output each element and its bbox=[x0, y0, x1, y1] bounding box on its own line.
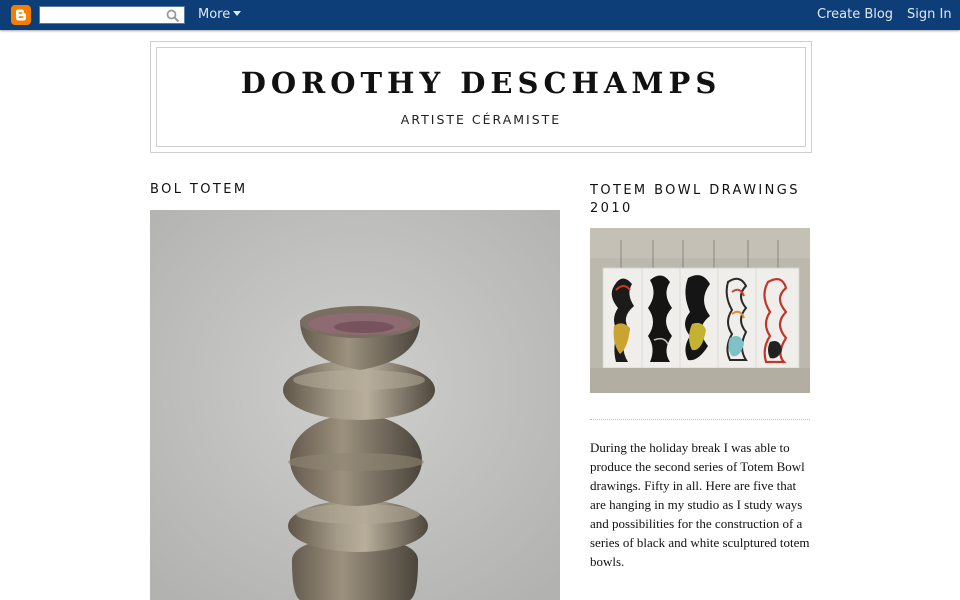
post-title[interactable]: BOL TOTEM bbox=[150, 182, 247, 197]
blog-header: DOROTHY DESCHAMPS ARTISTE CÉRAMISTE bbox=[150, 41, 812, 153]
sidebar-image[interactable] bbox=[590, 228, 810, 393]
blogger-logo-icon[interactable] bbox=[11, 5, 31, 25]
sidebar-text: During the holiday break I was able to p… bbox=[590, 440, 810, 569]
chevron-down-icon bbox=[233, 11, 242, 16]
more-menu[interactable]: More bbox=[198, 6, 242, 24]
search-input[interactable] bbox=[39, 6, 185, 24]
totem-drawings-image bbox=[590, 228, 810, 393]
ceramic-totem-image bbox=[150, 210, 560, 600]
blog-description: ARTISTE CÉRAMISTE bbox=[400, 112, 562, 127]
sidebar-divider bbox=[590, 419, 810, 420]
more-label[interactable]: More bbox=[198, 7, 230, 22]
create-blog-link[interactable]: Create Blog bbox=[817, 6, 893, 24]
post-image[interactable] bbox=[150, 210, 560, 600]
blog-header-inner: DOROTHY DESCHAMPS ARTISTE CÉRAMISTE bbox=[156, 47, 806, 147]
blog-title[interactable]: DOROTHY DESCHAMPS bbox=[157, 66, 805, 100]
sidebar-title: TOTEM BOWL DRAWINGS 2010 bbox=[590, 183, 800, 216]
sign-in-link[interactable]: Sign In bbox=[907, 6, 952, 24]
search-icon[interactable] bbox=[166, 9, 180, 23]
top-navbar: More Create Blog Sign In bbox=[0, 0, 960, 30]
